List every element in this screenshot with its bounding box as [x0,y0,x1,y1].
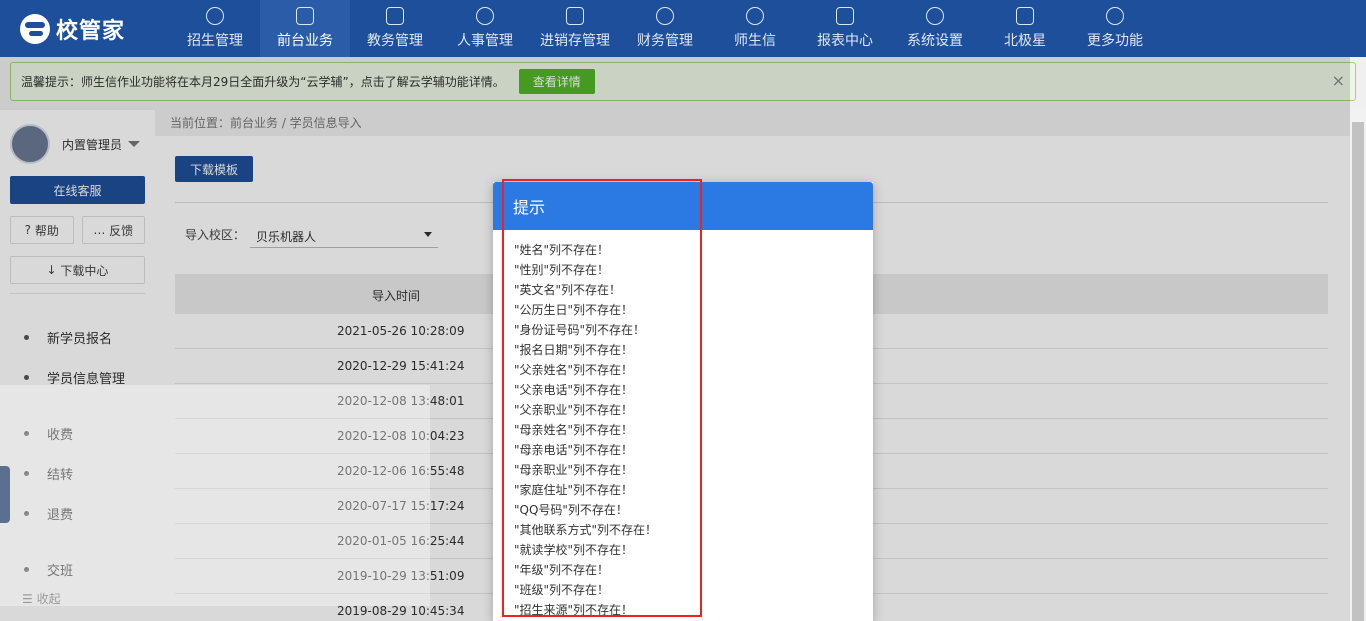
person-icon [476,7,494,25]
nav-item-inventory[interactable]: 进销存管理 [530,0,620,57]
nav-item-finance[interactable]: 财务管理 [620,0,710,57]
side-handle[interactable] [0,466,10,523]
logo-text: 校管家 [56,18,126,44]
nav-item-academic[interactable]: 教务管理 [350,0,440,57]
highlight-box [502,179,702,617]
top-nav: 校管家 招生管理 前台业务 教务管理 人事管理 进销存管理 财务管理 师生信 报… [0,0,1366,57]
desk-icon [296,7,314,25]
add-user-icon [206,7,224,25]
nav-item-reports[interactable]: 报表中心 [800,0,890,57]
nav-item-front-desk[interactable]: 前台业务 [260,0,350,57]
logo[interactable]: 校管家 [0,0,170,57]
nav-item-more[interactable]: 更多功能 [1070,0,1160,57]
more-icon [1106,7,1124,25]
report-icon [836,7,854,25]
scrollbar-thumb[interactable] [1352,122,1364,621]
nav-item-recruit[interactable]: 招生管理 [170,0,260,57]
nav-item-message[interactable]: 师生信 [710,0,800,57]
message-icon [746,7,764,25]
scrollbar[interactable] [1350,110,1366,621]
overlay-artifact [0,385,430,606]
finance-icon [656,7,674,25]
book-icon [386,7,404,25]
nav-item-settings[interactable]: 系统设置 [890,0,980,57]
settings-icon [926,7,944,25]
nav-item-hr[interactable]: 人事管理 [440,0,530,57]
star-icon [1016,7,1034,25]
nav-item-polaris[interactable]: 北极星 [980,0,1070,57]
inventory-icon [566,7,584,25]
logo-icon [20,13,50,44]
